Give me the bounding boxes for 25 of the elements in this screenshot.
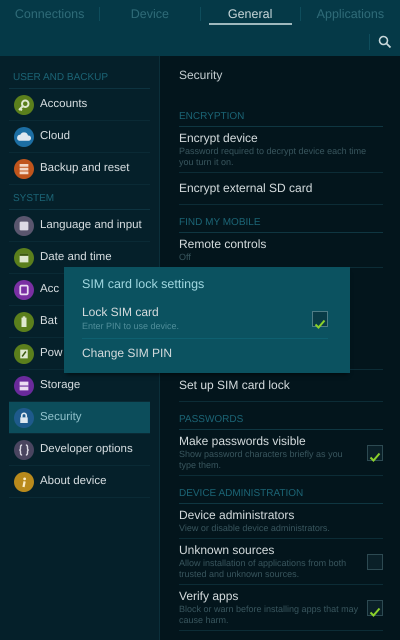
setting-label: Make passwords visible (179, 434, 307, 449)
section-header: FIND MY MOBILE (179, 205, 383, 233)
setting-summary: Enter PIN to use device. (82, 320, 180, 333)
setting-label: Set up SIM card lock (179, 378, 291, 393)
pane-title: Security (179, 67, 224, 84)
setting-label: Lock SIM card (82, 305, 160, 320)
setting-label: Change SIM PIN (82, 346, 174, 361)
setting-summary: View or disable device administrators. (179, 523, 331, 534)
setting-label: Verify apps (179, 589, 240, 604)
setting-label: Device administrators (179, 508, 296, 523)
section-header: USER AND BACKUP (9, 64, 150, 89)
setting-summary: Show password characters briefly as you type them. (179, 449, 344, 471)
dialog-title: SIM card lock settings (82, 276, 206, 293)
setting-label: Encrypt device (179, 131, 259, 146)
section-header: ENCRYPTION (179, 99, 383, 127)
section-header: DEVICE ADMINISTRATION (179, 476, 383, 504)
setting-summary: Allow installation of applications from both trusted and unknown sources. (179, 558, 348, 580)
section-header: SYSTEM (9, 185, 150, 210)
setting-label: Encrypt external SD card (179, 181, 314, 196)
setting-summary: Block or warn before installing apps that may cause harm. (179, 604, 360, 626)
setting-summary: Off (179, 252, 192, 263)
section-header: PASSWORDS (179, 402, 383, 430)
setting-label: Unknown sources (179, 543, 276, 558)
setting-label: Remote controls (179, 237, 268, 252)
setting-summary: Password required to decrypt device each time you turn it on. (179, 146, 368, 168)
